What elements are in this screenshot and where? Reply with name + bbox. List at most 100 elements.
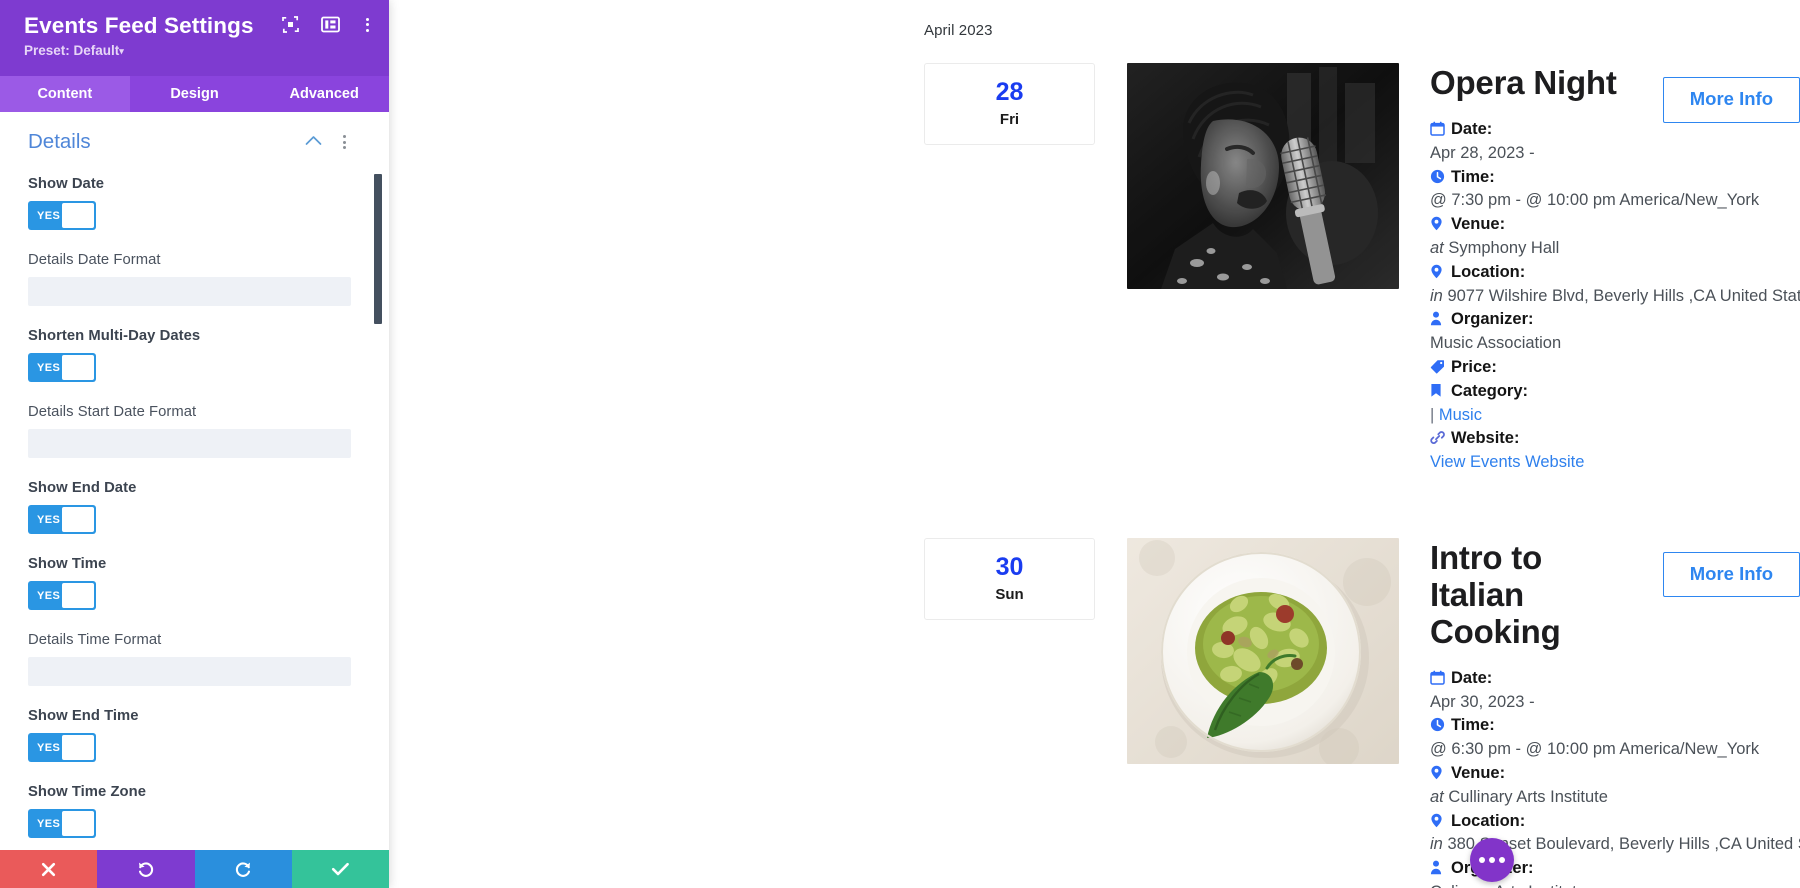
event-venue-value: at Symphony Hall bbox=[1430, 238, 1560, 257]
calendar-icon bbox=[1430, 121, 1446, 136]
event-time-value: @ 6:30 pm - @ 10:00 pm America/New_York bbox=[1430, 740, 1760, 759]
event-date-label: Date: bbox=[1430, 118, 1641, 142]
clock-icon bbox=[1430, 717, 1446, 732]
cancel-button[interactable] bbox=[0, 850, 98, 888]
event-title: Intro to Italian Cooking bbox=[1430, 538, 1561, 650]
event-location-label: Location: bbox=[1430, 810, 1641, 834]
toggle-shorten-multi-day-dates[interactable]: YES bbox=[28, 353, 96, 382]
event-website-link[interactable]: View Events Website bbox=[1430, 453, 1584, 471]
toggle-knob bbox=[62, 507, 94, 532]
event-date-label: Date: bbox=[1430, 667, 1641, 691]
field-shorten-multi-day-dates: Shorten Multi-Day Dates YES bbox=[28, 328, 351, 382]
more-options-fab[interactable] bbox=[1470, 838, 1514, 882]
settings-sidebar: Events Feed Settings Preset: Default▾ Co… bbox=[0, 0, 389, 888]
section-overflow-menu-icon[interactable] bbox=[338, 133, 351, 151]
event-date-value: Apr 30, 2023 - bbox=[1430, 692, 1535, 711]
event-organizer-value: Music Association bbox=[1430, 334, 1562, 353]
field-label: Details Date Format bbox=[28, 252, 161, 268]
event-details: Intro to Italian Cooking Date: Apr 30, 2… bbox=[1430, 538, 1800, 888]
calendar-icon bbox=[1430, 670, 1446, 685]
field-details-start-date-format: Details Start Date Format bbox=[28, 404, 351, 458]
more-info-button[interactable]: More Info bbox=[1662, 551, 1800, 598]
field-show-time-zone: Show Time Zone YES bbox=[28, 784, 351, 838]
event-organizer-value: Culinary Arts Institute bbox=[1430, 881, 1641, 888]
preset-label: Preset: Default bbox=[24, 43, 120, 59]
fab-dot bbox=[1479, 857, 1485, 863]
event-details: Opera Night Date: Apr 28, 2023 - Time: @… bbox=[1430, 63, 1800, 475]
overflow-menu-icon[interactable] bbox=[360, 17, 375, 32]
undo-icon bbox=[136, 860, 155, 878]
toggle-show-time-zone[interactable]: YES bbox=[28, 809, 96, 838]
sidebar-tabs: Content Design Advanced bbox=[0, 76, 389, 112]
toggle-value: YES bbox=[37, 741, 61, 754]
map-pin-icon bbox=[1430, 216, 1446, 231]
event-row: 28 Fri Opera Night Date: Apr 28, 2023 - … bbox=[389, 63, 1800, 475]
tab-design[interactable]: Design bbox=[130, 76, 260, 112]
check-icon bbox=[331, 861, 350, 877]
fab-dot bbox=[1489, 857, 1495, 863]
event-location-value: in 9077 Wilshire Blvd, Beverly Hills ,CA… bbox=[1430, 286, 1800, 305]
toggle-show-date[interactable]: YES bbox=[28, 201, 96, 230]
layout-panel-icon[interactable] bbox=[320, 14, 341, 35]
toggle-value: YES bbox=[37, 817, 61, 830]
toggle-knob bbox=[62, 203, 94, 228]
undo-button[interactable] bbox=[97, 850, 195, 888]
sidebar-scrollbar-thumb[interactable] bbox=[374, 174, 382, 324]
link-icon bbox=[1430, 430, 1446, 445]
toggle-show-time[interactable]: YES bbox=[28, 581, 96, 610]
fab-dot bbox=[1499, 857, 1505, 863]
event-thumbnail[interactable] bbox=[1127, 537, 1399, 764]
clock-icon bbox=[1430, 169, 1446, 184]
event-date-box: 30 Sun bbox=[924, 537, 1095, 620]
preset-selector[interactable]: Preset: Default▾ bbox=[24, 43, 371, 58]
toggle-value: YES bbox=[37, 361, 61, 374]
tab-advanced[interactable]: Advanced bbox=[259, 76, 389, 112]
field-show-date: Show Date YES bbox=[28, 176, 351, 230]
toggle-value: YES bbox=[37, 209, 61, 222]
sidebar-scrollbar[interactable] bbox=[374, 112, 384, 850]
settings-scroll-area: Details Show Date YES Details Date Forma… bbox=[0, 112, 379, 850]
event-weekday: Sun bbox=[995, 586, 1024, 604]
event-date-value: Apr 28, 2023 - bbox=[1430, 143, 1535, 162]
bookmark-icon bbox=[1430, 383, 1446, 398]
event-website-label: Website: bbox=[1430, 427, 1641, 451]
sidebar-header-actions bbox=[280, 14, 375, 35]
section-title: Details bbox=[28, 130, 91, 153]
save-button[interactable] bbox=[291, 850, 389, 888]
event-venue-label: Venue: bbox=[1430, 213, 1641, 237]
toggle-value: YES bbox=[37, 513, 61, 526]
toggle-show-end-date[interactable]: YES bbox=[28, 505, 96, 534]
field-label: Show Time Zone bbox=[28, 784, 146, 800]
toggle-show-end-time[interactable]: YES bbox=[28, 733, 96, 762]
field-label: Details Start Date Format bbox=[28, 404, 197, 420]
sidebar-action-bar bbox=[0, 850, 389, 888]
price-tag-icon bbox=[1430, 359, 1446, 374]
field-label: Shorten Multi-Day Dates bbox=[28, 328, 201, 344]
person-icon bbox=[1430, 860, 1446, 875]
details-time-format-input[interactable] bbox=[28, 657, 351, 686]
details-date-format-input[interactable] bbox=[28, 277, 351, 306]
chevron-up-icon[interactable] bbox=[305, 133, 322, 151]
event-thumbnail[interactable] bbox=[1127, 63, 1399, 289]
map-pin-icon bbox=[1430, 264, 1446, 279]
tab-content[interactable]: Content bbox=[0, 76, 130, 112]
event-venue-value: at Cullinary Arts Institute bbox=[1430, 787, 1608, 806]
toggle-knob bbox=[62, 355, 94, 380]
details-start-date-format-input[interactable] bbox=[28, 429, 351, 458]
event-time-label: Time: bbox=[1430, 166, 1641, 190]
event-category-value: | Music bbox=[1430, 405, 1482, 424]
focus-target-icon[interactable] bbox=[280, 14, 301, 35]
app-root: Events Feed Settings Preset: Default▾ Co… bbox=[0, 0, 1800, 888]
more-info-button[interactable]: More Info bbox=[1662, 77, 1800, 123]
event-category-link[interactable]: Music bbox=[1439, 406, 1482, 424]
close-icon bbox=[40, 861, 57, 878]
event-title: Opera Night bbox=[1430, 64, 1617, 101]
event-category-label: Category: bbox=[1430, 380, 1641, 404]
field-show-end-date: Show End Date YES bbox=[28, 480, 351, 534]
chevron-down-icon: ▾ bbox=[119, 46, 124, 57]
field-label: Show End Date bbox=[28, 480, 137, 496]
event-organizer-label: Organizer: bbox=[1430, 308, 1641, 332]
map-pin-icon bbox=[1430, 765, 1446, 780]
redo-button[interactable] bbox=[194, 850, 292, 888]
events-feed-preview: April 2023 28 Fri Opera Night Date: Apr … bbox=[389, 0, 1800, 888]
